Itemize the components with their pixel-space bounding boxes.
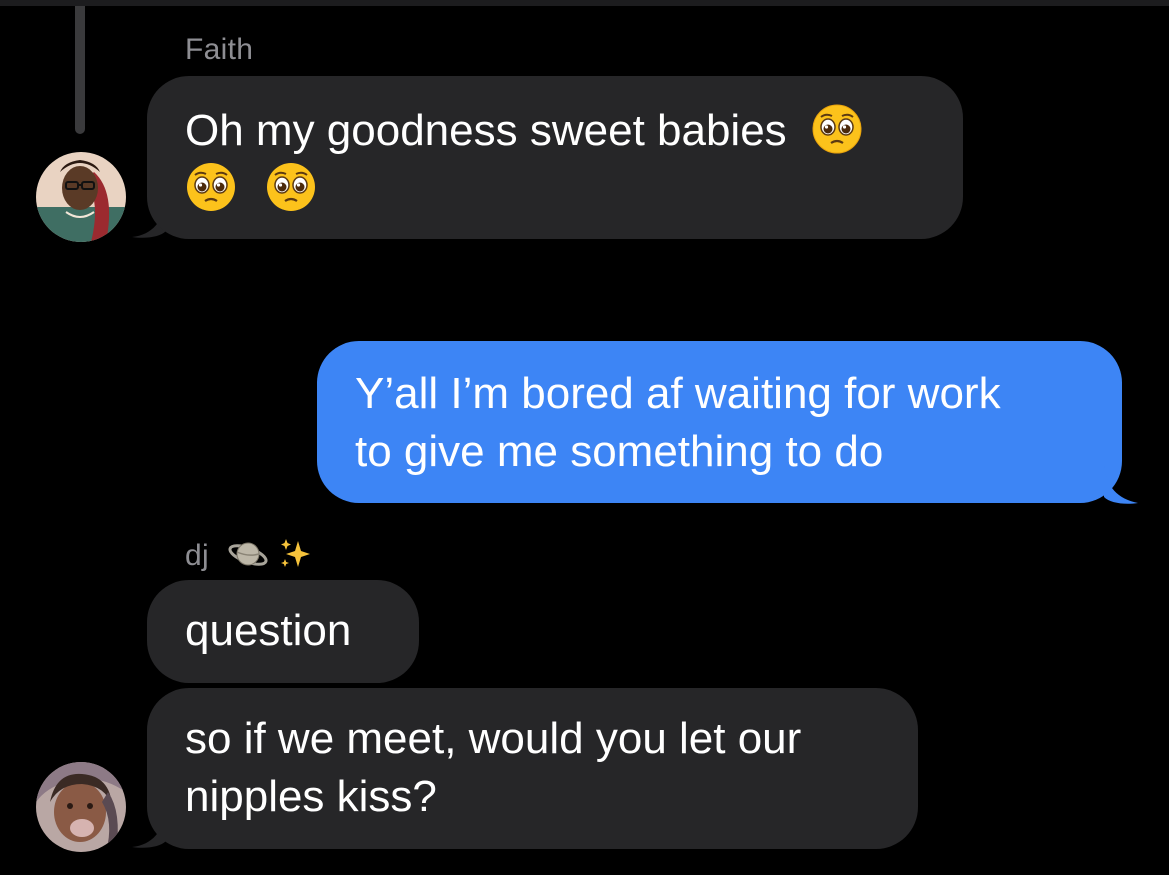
message-text-line-1: so if we meet, would you let our [185,714,802,763]
avatar-photo-faith [36,152,126,242]
thread-reply-line [75,6,85,134]
message-bubble-faith[interactable]: Oh my goodness sweet babies [147,76,963,239]
message-text-line-2: to give me something to do [355,427,884,476]
emoji-row [185,156,925,214]
avatar-dj[interactable] [36,762,126,852]
message-bubble-dj[interactable]: so if we meet, would you let our nipples… [147,688,918,849]
bubble-tail [1104,465,1138,504]
message-bubble-dj-question[interactable]: question [147,580,419,683]
message-thread: Faith Oh my goodness sweet babies Y’all … [0,0,1169,875]
ringed-planet-icon [228,542,268,566]
message-text-line-2: nipples kiss? [185,772,437,821]
top-divider [0,0,1169,6]
message-text: Oh my goodness sweet babies [185,102,925,160]
message-text-line-1: Y’all I’m bored af waiting for work [355,369,1001,418]
pleading-face-icon [187,163,235,212]
sparkles-icon [281,539,311,568]
pleading-face-icon [267,163,316,212]
message-text: question [185,606,352,655]
avatar-faith[interactable] [36,152,126,242]
sender-name-faith: Faith [185,33,254,66]
avatar-photo-dj [36,762,126,852]
message-bubble-outgoing[interactable]: Y’all I’m bored af waiting for work to g… [317,341,1122,503]
sender-name-dj: dj [185,538,312,574]
bubble-tail [132,809,166,848]
pleading-face-icon [812,104,862,154]
